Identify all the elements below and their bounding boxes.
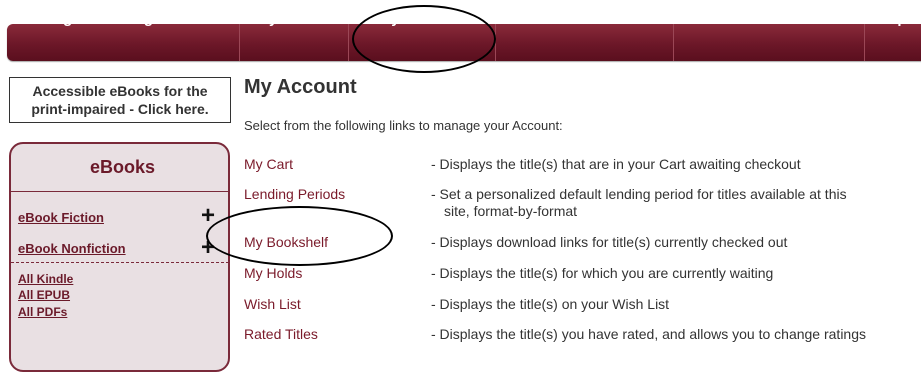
sidebar-link-all-kindle[interactable]: All Kindle <box>18 272 73 286</box>
account-link-my-cart[interactable]: My Cart <box>244 156 293 172</box>
panel-divider <box>11 191 229 192</box>
sidebar-link-all-pdfs[interactable]: All PDFs <box>18 305 67 319</box>
expand-plus-icon[interactable]: + <box>201 236 215 260</box>
nav-separator <box>864 24 865 61</box>
account-desc-my-bookshelf: - Displays download links for title(s) c… <box>431 234 788 250</box>
intro-text: Select from the following links to manag… <box>244 118 563 133</box>
account-desc-my-cart: - Displays the title(s) that are in your… <box>431 156 801 172</box>
account-link-my-holds[interactable]: My Holds <box>244 265 302 281</box>
account-link-my-bookshelf[interactable]: My Bookshelf <box>244 234 328 250</box>
nav-advanced-search[interactable]: Advanced Search <box>497 0 667 37</box>
account-desc-lending-periods: - Set a personalized default lending per… <box>431 186 847 202</box>
account-desc-rated-titles: - Displays the title(s) you have rated, … <box>431 326 867 342</box>
nav-my-account[interactable]: My Account <box>352 0 490 37</box>
nav-separator <box>673 24 674 61</box>
nav-help[interactable]: Help <box>868 0 921 37</box>
sidebar-link-all-epub[interactable]: All EPUB <box>18 288 70 302</box>
account-link-rated-titles[interactable]: Rated Titles <box>244 326 318 342</box>
account-link-lending-periods[interactable]: Lending Periods <box>244 186 345 202</box>
accessible-banner-line2: print-impaired - Click here. <box>31 101 209 117</box>
accessible-banner-line1: Accessible eBooks for the <box>32 83 208 99</box>
expand-plus-icon[interactable]: + <box>201 204 215 228</box>
sidebar-link-ebook-fiction[interactable]: eBook Fiction <box>18 210 104 225</box>
nav-separator <box>348 24 349 61</box>
nav-separator <box>239 24 240 61</box>
nav-my-cart[interactable]: My Cart <box>244 0 324 37</box>
sidebar-link-ebook-nonfiction[interactable]: eBook Nonfiction <box>18 241 126 256</box>
panel-dashed-divider <box>11 262 229 263</box>
account-desc-my-holds: - Displays the title(s) for which you ar… <box>431 265 774 281</box>
nav-separator <box>495 24 496 61</box>
page-title: My Account <box>244 76 357 98</box>
accessible-ebooks-banner[interactable]: Accessible eBooks for the print-impaired… <box>9 77 231 123</box>
nav-member-libraries[interactable]: Member Libraries <box>676 0 861 37</box>
account-desc-wish-list: - Displays the title(s) on your Wish Lis… <box>431 296 670 312</box>
account-desc-lending-periods-line2: site, format-by-format <box>444 203 578 219</box>
account-link-wish-list[interactable]: Wish List <box>244 296 301 312</box>
ebooks-panel-title: eBooks <box>89 157 156 177</box>
nav-digital-catalog-home[interactable]: Digital Catalog Home <box>16 0 231 37</box>
